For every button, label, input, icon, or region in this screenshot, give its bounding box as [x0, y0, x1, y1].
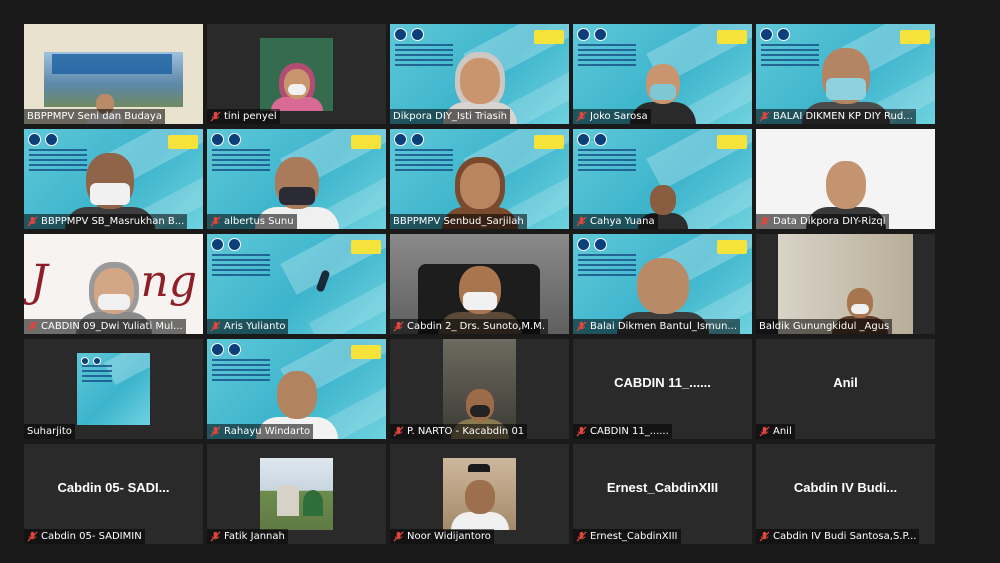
participant-name: Balai Dikmen Bantul_Ismun...	[573, 319, 741, 334]
participant-name: albertus Sunu	[207, 214, 297, 229]
muted-mic-icon	[210, 321, 221, 332]
participant-name: Ernest_CabdinXIII	[573, 529, 681, 544]
participant-tile[interactable]: albertus Sunu	[207, 129, 386, 229]
participant-tile[interactable]: Balai Dikmen Bantul_Ismun...	[573, 234, 752, 334]
muted-mic-icon	[576, 111, 587, 122]
participant-name: BBPPMPV Seni dan Budaya	[24, 109, 165, 124]
video-gallery-grid: BBPPMPV Seni dan Budaya tini penyel Dikp…	[24, 24, 938, 548]
participant-display-name: Cabdin 05- SADI...	[57, 480, 170, 495]
muted-mic-icon	[759, 216, 770, 227]
participant-name: Anil	[756, 424, 795, 439]
participant-tile[interactable]: BBPPMPV Seni dan Budaya	[24, 24, 203, 124]
participant-display-name: Cabdin IV Budi...	[793, 480, 898, 495]
participant-display-name: Anil	[833, 375, 858, 390]
participant-tile[interactable]: J ng CABDIN 09_Dwi Yuliati Mul...	[24, 234, 203, 334]
muted-mic-icon	[393, 531, 404, 542]
participant-tile[interactable]: Joko Sarosa	[573, 24, 752, 124]
participant-tile[interactable]: CABDIN 11_...... CABDIN 11_......	[573, 339, 752, 439]
participant-name: CABDIN 11_......	[573, 424, 672, 439]
participant-tile[interactable]: Anil Anil	[756, 339, 935, 439]
participant-name: tini penyel	[207, 109, 280, 124]
muted-mic-icon	[759, 426, 770, 437]
participant-name: Dikpora DIY_Isti Triasih	[390, 109, 510, 124]
participant-name: Baldik Gunungkidul _Agus	[756, 319, 893, 334]
participant-name: Suharjito	[24, 424, 75, 439]
participant-name: Fatik Jannah	[207, 529, 288, 544]
participant-name: BBPPMPV Senbud_Sarjilah	[390, 214, 527, 229]
participant-tile[interactable]: Cahya Yuana	[573, 129, 752, 229]
participant-tile[interactable]: BBPPMPV SB_Masrukhan B...	[24, 129, 203, 229]
participant-tile[interactable]: Cabdin IV Budi... Cabdin IV Budi Santosa…	[756, 444, 935, 544]
muted-mic-icon	[576, 426, 587, 437]
muted-mic-icon	[759, 531, 770, 542]
muted-mic-icon	[759, 111, 770, 122]
participant-tile-active-speaker[interactable]: BBPPMPV Senbud_Sarjilah	[390, 129, 569, 229]
participant-name: Cabdin IV Budi Santosa,S.P...	[756, 529, 920, 544]
muted-mic-icon	[393, 321, 404, 332]
muted-mic-icon	[210, 216, 221, 227]
participant-name: Cabdin 2_ Drs. Sunoto,M.M.	[390, 319, 548, 334]
participant-name: Aris Yulianto	[207, 319, 289, 334]
participant-display-name: Ernest_CabdinXIII	[606, 480, 719, 495]
participant-name: Rahayu Windarto	[207, 424, 314, 439]
participant-tile[interactable]: Baldik Gunungkidul _Agus	[756, 234, 935, 334]
muted-mic-icon	[210, 426, 221, 437]
participant-tile[interactable]: Cabdin 2_ Drs. Sunoto,M.M.	[390, 234, 569, 334]
participant-name: Joko Sarosa	[573, 109, 651, 124]
muted-mic-icon	[27, 531, 38, 542]
muted-mic-icon	[210, 111, 221, 122]
participant-name: P. NARTO - Kacabdin 01	[390, 424, 528, 439]
participant-name: Cabdin 05- SADIMIN	[24, 529, 145, 544]
participant-name: CABDIN 09_Dwi Yuliati Mul...	[24, 319, 186, 334]
muted-mic-icon	[27, 216, 38, 227]
muted-mic-icon	[576, 531, 587, 542]
participant-tile[interactable]: Rahayu Windarto	[207, 339, 386, 439]
participant-name: BALAI DIKMEN KP DIY Rud...	[756, 109, 916, 124]
participant-tile[interactable]: Aris Yulianto	[207, 234, 386, 334]
muted-mic-icon	[27, 321, 38, 332]
participant-name: Noor Widijantoro	[390, 529, 494, 544]
participant-name: BBPPMPV SB_Masrukhan B...	[24, 214, 188, 229]
participant-tile[interactable]: Dikpora DIY_Isti Triasih	[390, 24, 569, 124]
participant-name: Data Dikpora DIY-Rizqi	[756, 214, 889, 229]
participant-tile[interactable]: Noor Widijantoro	[390, 444, 569, 544]
muted-mic-icon	[210, 531, 221, 542]
participant-tile[interactable]: Suharjito	[24, 339, 203, 439]
participant-tile[interactable]: BALAI DIKMEN KP DIY Rud...	[756, 24, 935, 124]
participant-tile[interactable]: tini penyel	[207, 24, 386, 124]
participant-name: Cahya Yuana	[573, 214, 658, 229]
muted-mic-icon	[576, 216, 587, 227]
muted-mic-icon	[576, 321, 587, 332]
muted-mic-icon	[393, 426, 404, 437]
participant-tile[interactable]: Ernest_CabdinXIII Ernest_CabdinXIII	[573, 444, 752, 544]
participant-tile[interactable]: P. NARTO - Kacabdin 01	[390, 339, 569, 439]
participant-display-name: CABDIN 11_......	[614, 375, 711, 390]
participant-tile[interactable]: Data Dikpora DIY-Rizqi	[756, 129, 935, 229]
participant-tile[interactable]: Cabdin 05- SADI... Cabdin 05- SADIMIN	[24, 444, 203, 544]
participant-tile[interactable]: Fatik Jannah	[207, 444, 386, 544]
